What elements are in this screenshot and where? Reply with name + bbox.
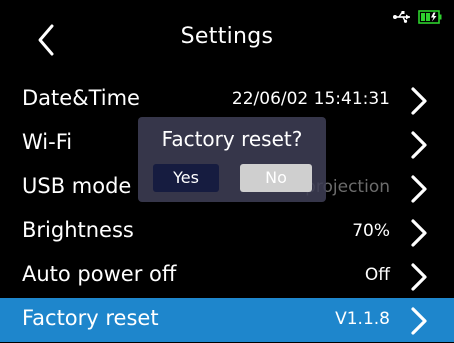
- chevron-right-icon: [411, 219, 427, 247]
- page-title: Settings: [180, 24, 274, 49]
- setting-row-brightness[interactable]: Brightness 70%: [0, 210, 454, 254]
- setting-value: 70%: [352, 221, 390, 241]
- setting-label: Brightness: [22, 218, 134, 242]
- setting-label: Wi-Fi: [22, 130, 73, 154]
- chevron-right-icon: [411, 263, 427, 291]
- status-icons: [392, 10, 442, 24]
- header-bar: Settings: [0, 0, 454, 78]
- chevron-right-icon: [411, 175, 427, 203]
- dialog-question: Factory reset?: [161, 127, 303, 151]
- no-button[interactable]: No: [240, 164, 312, 192]
- chevron-right-icon: [411, 307, 427, 335]
- setting-label: Auto power off: [22, 262, 177, 286]
- setting-label: USB mode: [22, 174, 132, 198]
- setting-label: Date&Time: [22, 86, 140, 110]
- firmware-version: V1.1.8: [335, 309, 390, 329]
- setting-value: 22/06/02 15:41:31: [231, 89, 390, 109]
- chevron-right-icon: [411, 131, 427, 159]
- chevron-right-icon: [411, 87, 427, 115]
- setting-row-auto-power-off[interactable]: Auto power off Off: [0, 254, 454, 298]
- setting-value: Off: [364, 265, 390, 285]
- usb-icon: [393, 11, 410, 23]
- setting-row-factory-reset[interactable]: Factory reset V1.1.8: [0, 298, 454, 342]
- factory-reset-dialog: Factory reset? Yes No: [138, 117, 326, 202]
- setting-row-date-time[interactable]: Date&Time 22/06/02 15:41:31: [0, 78, 454, 122]
- setting-label: Factory reset: [22, 306, 159, 330]
- yes-button[interactable]: Yes: [153, 164, 219, 192]
- battery-charging-icon: [418, 10, 442, 24]
